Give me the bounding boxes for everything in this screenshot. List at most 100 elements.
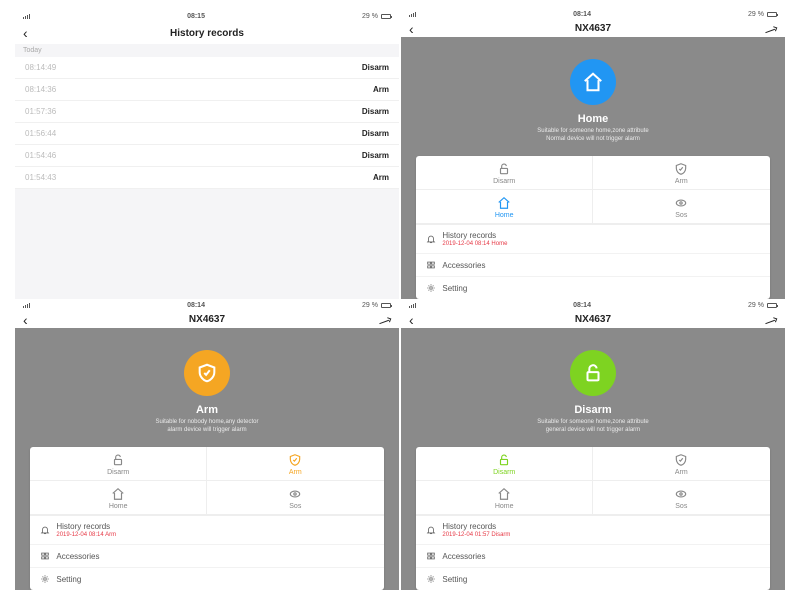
mode-disarm[interactable]: Disarm [30,447,207,481]
mode-arm[interactable]: Arm [593,156,770,190]
status-time: 08:14 [187,302,205,309]
hero-subtitle: Suitable for someone home,zone attribute… [509,128,676,144]
history-row[interactable]: 01:54:43 Arm [15,167,399,189]
history-row[interactable]: 08:14:49 Disarm [15,57,399,79]
menu-setting[interactable]: Setting [416,568,769,590]
gear-icon [40,574,50,584]
history-label: Arm [373,85,389,94]
status-time: 08:15 [187,13,205,20]
hero-circle-home [570,59,616,105]
bell-icon [40,525,50,535]
page-title: NX4637 [189,314,225,325]
menu-history[interactable]: History records2019-12-04 08:14 Home [416,225,769,254]
history-time: 08:14:49 [25,63,56,72]
lock-open-icon [582,362,604,384]
history-time: 01:54:43 [25,173,56,182]
lock-open-icon [497,162,511,176]
page-title: History records [170,28,244,39]
history-label: Disarm [362,151,389,160]
header: ‹ History records [15,22,399,44]
menu-accessories[interactable]: Accessories [416,545,769,568]
menu-accessories[interactable]: Accessories [30,545,383,568]
edit-icon[interactable] [379,314,389,325]
lock-open-icon [111,453,125,467]
mode-sos[interactable]: Sos [207,481,384,515]
battery-text: 29 % [748,302,764,309]
history-row[interactable]: 08:14:36 Arm [15,79,399,101]
sos-icon [674,196,688,210]
back-icon[interactable]: ‹ [23,25,28,41]
history-label: Disarm [362,63,389,72]
history-row[interactable]: 01:57:36 Disarm [15,101,399,123]
home-icon [111,487,125,501]
status-time: 08:14 [573,302,591,309]
status-bar: 08:14 29 % [401,301,785,311]
menu-history[interactable]: History records2019-12-04 08:14 Arm [30,516,383,545]
status-bar: 08:14 29 % [15,301,399,311]
history-time: 01:57:36 [25,107,56,116]
back-icon[interactable]: ‹ [23,312,28,328]
battery-text: 29 % [748,11,764,18]
history-row[interactable]: 01:54:46 Disarm [15,145,399,167]
status-time: 08:14 [573,11,591,18]
page-title: NX4637 [575,23,611,34]
home-icon [497,196,511,210]
battery-text: 29 % [362,302,378,309]
mode-home[interactable]: Home [30,481,207,515]
status-bar: 08:15 29 % [15,10,399,22]
edit-icon[interactable] [765,23,775,34]
signal-icon [23,303,30,308]
history-time: 01:56:44 [25,129,56,138]
battery-icon [381,14,391,19]
menu-setting[interactable]: Setting [30,568,383,590]
screen-home: 08:14 29 % ‹ NX4637 Home Suitable for so… [401,10,785,299]
home-icon [497,487,511,501]
header: ‹ NX4637 [15,311,399,329]
shield-icon [674,453,688,467]
header: ‹ NX4637 [401,311,785,329]
hero-title: Arm [196,404,218,416]
mode-sos[interactable]: Sos [593,190,770,224]
battery-icon [767,12,777,17]
hero-circle-arm [184,350,230,396]
menu-setting[interactable]: Setting [416,277,769,299]
mode-arm[interactable]: Arm [593,447,770,481]
mode-disarm[interactable]: Disarm [416,156,593,190]
hero-subtitle: Suitable for someone home,zone attribute… [509,419,676,435]
back-icon[interactable]: ‹ [409,21,414,37]
history-row[interactable]: 01:56:44Disarm [15,123,399,145]
bell-icon [426,234,436,244]
back-icon[interactable]: ‹ [409,312,414,328]
page-title: NX4637 [575,314,611,325]
hero-title: Disarm [574,404,611,416]
home-icon [582,71,604,93]
menu-history[interactable]: History records2019-12-04 01:57 Disarm [416,516,769,545]
screen-disarm: 08:14 29 % ‹ NX4637 Disarm Suitable for … [401,301,785,590]
history-label: Arm [373,173,389,182]
mode-home[interactable]: Home [416,481,593,515]
mode-home[interactable]: Home [416,190,593,224]
shield-icon [674,162,688,176]
history-time: 01:54:46 [25,151,56,160]
battery-icon [767,303,777,308]
header: ‹ NX4637 [401,20,785,38]
history-list: 08:14:49Disarm08:14:36Arm01:57:36Disarm0… [15,57,399,189]
mode-arm[interactable]: Arm [207,447,384,481]
gear-icon [426,574,436,584]
mode-disarm[interactable]: Disarm [416,447,593,481]
status-bar: 08:14 29 % [401,10,785,20]
accessories-icon [426,551,436,561]
battery-text: 29 % [362,13,378,20]
section-label: Today [15,44,399,57]
menu-accessories[interactable]: Accessories [416,254,769,277]
screen-history: 08:15 29 % ‹ History records Today 08:14… [15,10,399,299]
sos-icon [674,487,688,501]
gear-icon [426,283,436,293]
hero-circle-disarm [570,350,616,396]
signal-icon [23,14,30,19]
mode-sos[interactable]: Sos [593,481,770,515]
shield-icon [288,453,302,467]
edit-icon[interactable] [765,314,775,325]
history-time: 08:14:36 [25,85,56,94]
history-label: Disarm [362,107,389,116]
